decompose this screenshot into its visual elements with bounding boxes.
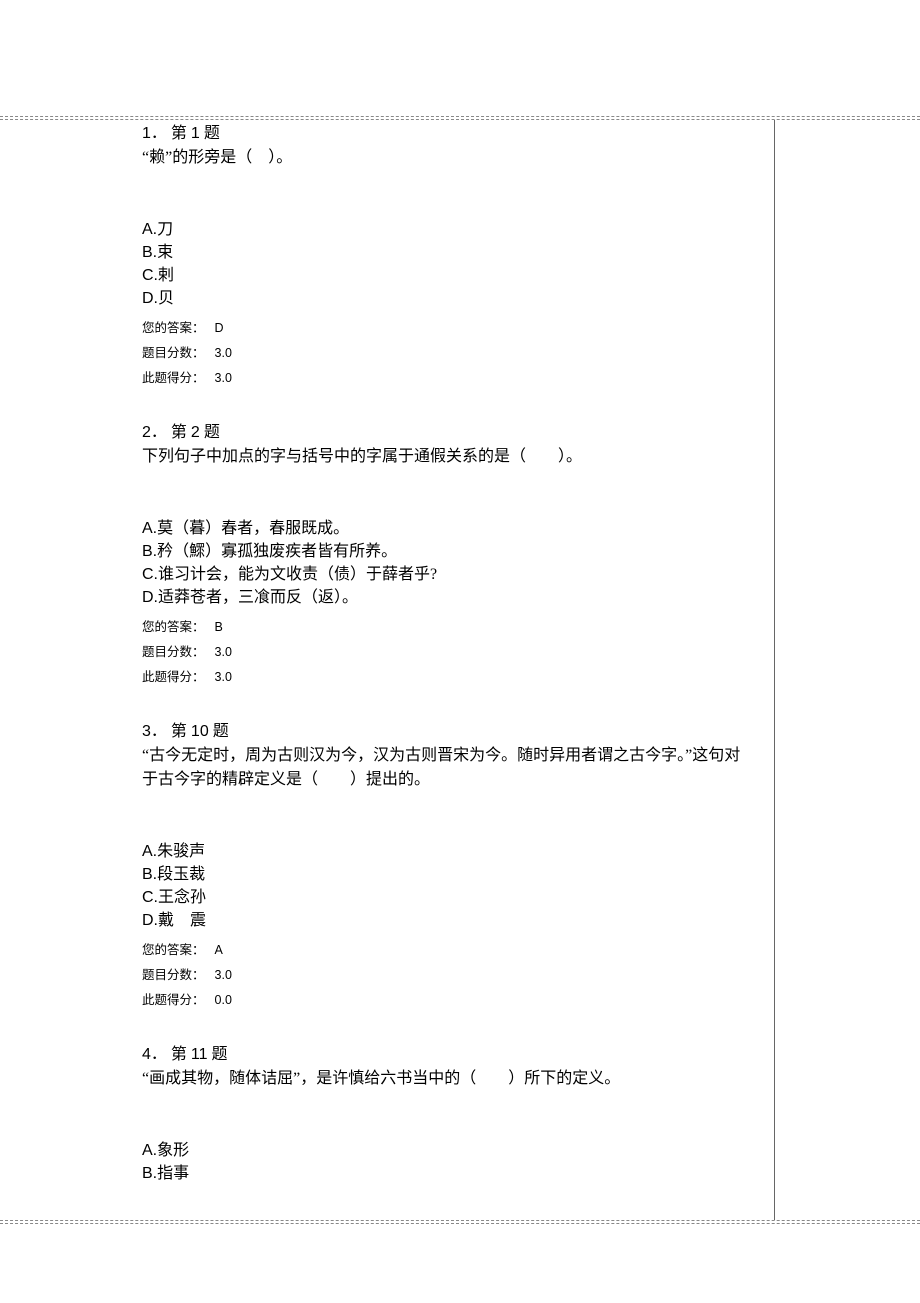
- your-answer-line: 您的答案：D: [142, 316, 754, 341]
- options-list: A.刀 B.束 C.剌 D.贝: [142, 218, 754, 310]
- content-column: 1． 第 1 题 “赖”的形旁是（ ）。 A.刀 B.束 C.剌 D.贝 您的答…: [0, 120, 775, 1220]
- options-list: A.象形 B.指事: [142, 1139, 754, 1185]
- question-index: 3．: [142, 720, 167, 744]
- option-b: B.束: [142, 241, 754, 264]
- question-header: 3． 第 10 题: [142, 720, 754, 744]
- question-number: 11: [191, 1043, 208, 1067]
- question-text: “古今无定时，周为古则汉为今，汉为古则晋宋为今。随时异用者谓之古今字。”这句对于…: [142, 744, 754, 792]
- question-header: 1． 第 1 题: [142, 122, 754, 146]
- right-column: [775, 120, 920, 1220]
- option-a: A.刀: [142, 218, 754, 241]
- label-prefix: 第: [171, 122, 187, 146]
- spacer: [142, 1023, 754, 1043]
- options-list: A.朱骏声 B.段玉裁 C.王念孙 D.戴 震: [142, 840, 754, 932]
- label-prefix: 第: [171, 421, 187, 445]
- option-a: A.象形: [142, 1139, 754, 1162]
- option-b: B.指事: [142, 1162, 754, 1185]
- question-score-line: 题目分数：3.0: [142, 341, 754, 366]
- this-score-line: 此题得分：3.0: [142, 665, 754, 690]
- options-list: A.莫（暮）春者，春服既成。 B.矜（鰥）寡孤独废疾者皆有所养。 C.谁习计会，…: [142, 517, 754, 609]
- question-index: 1．: [142, 122, 167, 146]
- option-c: C.剌: [142, 264, 754, 287]
- question-block: 4． 第 11 题 “画成其物，随体诘屈”，是许慎给六书当中的（ ）所下的定义。…: [142, 1043, 754, 1185]
- this-score-line: 此题得分：0.0: [142, 988, 754, 1013]
- option-a: A.朱骏声: [142, 840, 754, 863]
- question-number: 10: [191, 720, 209, 744]
- option-d: D.贝: [142, 287, 754, 310]
- your-answer-line: 您的答案：B: [142, 615, 754, 640]
- question-index: 2．: [142, 421, 167, 445]
- label-prefix: 第: [171, 720, 187, 744]
- option-a: A.莫（暮）春者，春服既成。: [142, 517, 754, 540]
- label-suffix: 题: [213, 720, 229, 744]
- label-prefix: 第: [171, 1043, 187, 1067]
- option-d: D.戴 震: [142, 909, 754, 932]
- question-header: 4． 第 11 题: [142, 1043, 754, 1067]
- option-c: C.谁习计会，能为文收责（债）于薛者乎?: [142, 563, 754, 586]
- question-score-line: 题目分数：3.0: [142, 963, 754, 988]
- question-text: “赖”的形旁是（ ）。: [142, 146, 754, 170]
- label-suffix: 题: [204, 421, 220, 445]
- spacer: [142, 700, 754, 720]
- option-d: D.适莽苍者，三飡而反（返）。: [142, 586, 754, 609]
- question-index: 4．: [142, 1043, 167, 1067]
- label-suffix: 题: [212, 1043, 228, 1067]
- question-block: 3． 第 10 题 “古今无定时，周为古则汉为今，汉为古则晋宋为今。随时异用者谓…: [142, 720, 754, 1013]
- main-layout: 1． 第 1 题 “赖”的形旁是（ ）。 A.刀 B.束 C.剌 D.贝 您的答…: [0, 120, 920, 1220]
- question-text: 下列句子中加点的字与括号中的字属于通假关系的是（ ）。: [142, 445, 754, 469]
- option-b: B.矜（鰥）寡孤独废疾者皆有所养。: [142, 540, 754, 563]
- question-number: 1: [191, 122, 200, 146]
- question-header: 2． 第 2 题: [142, 421, 754, 445]
- label-suffix: 题: [204, 122, 220, 146]
- page-wrapper: 1． 第 1 题 “赖”的形旁是（ ）。 A.刀 B.束 C.剌 D.贝 您的答…: [0, 116, 920, 1224]
- question-text: “画成其物，随体诘屈”，是许慎给六书当中的（ ）所下的定义。: [142, 1067, 754, 1091]
- question-score-line: 题目分数：3.0: [142, 640, 754, 665]
- bottom-divider: [0, 1220, 920, 1224]
- option-c: C.王念孙: [142, 886, 754, 909]
- question-block: 1． 第 1 题 “赖”的形旁是（ ）。 A.刀 B.束 C.剌 D.贝 您的答…: [142, 122, 754, 391]
- spacer: [142, 401, 754, 421]
- question-number: 2: [191, 421, 200, 445]
- this-score-line: 此题得分：3.0: [142, 366, 754, 391]
- option-b: B.段玉裁: [142, 863, 754, 886]
- your-answer-line: 您的答案：A: [142, 938, 754, 963]
- question-block: 2． 第 2 题 下列句子中加点的字与括号中的字属于通假关系的是（ ）。 A.莫…: [142, 421, 754, 690]
